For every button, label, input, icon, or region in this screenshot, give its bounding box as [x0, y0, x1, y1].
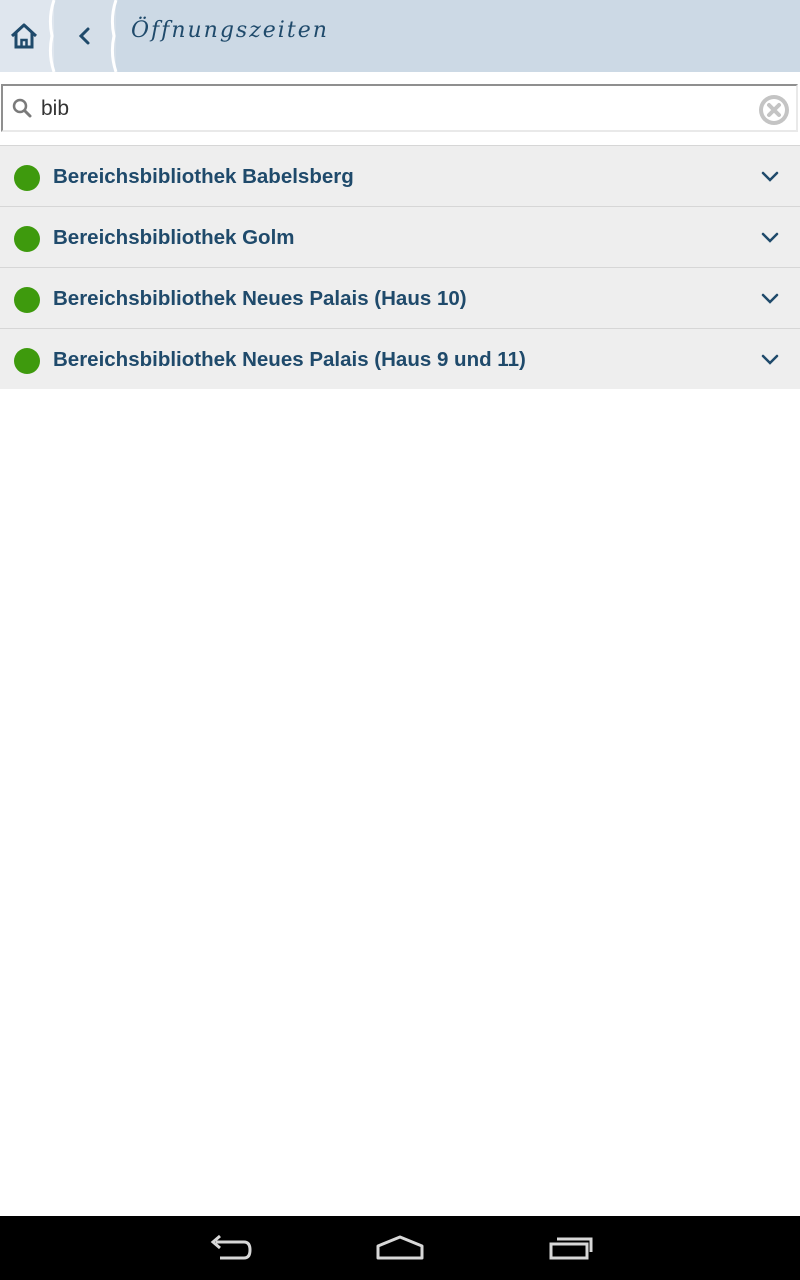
library-name: Bereichsbibliothek Golm [53, 226, 295, 249]
list-item[interactable]: Bereichsbibliothek Babelsberg [0, 145, 800, 206]
search-bar [1, 84, 798, 132]
nav-back-button[interactable] [200, 1228, 260, 1268]
home-icon [10, 23, 38, 49]
breadcrumb-separator [110, 0, 118, 72]
library-name: Bereichsbibliothek Neues Palais (Haus 9 … [53, 348, 526, 371]
home-button[interactable] [0, 0, 48, 72]
chevron-down-icon[interactable] [760, 170, 780, 184]
status-indicator [14, 165, 40, 191]
nav-back-icon [210, 1234, 252, 1260]
list-item[interactable]: Bereichsbibliothek Neues Palais (Haus 10… [0, 267, 800, 328]
chevron-left-icon [78, 27, 90, 45]
search-icon [12, 98, 32, 118]
clear-circle-icon[interactable] [758, 94, 790, 126]
library-name: Bereichsbibliothek Neues Palais (Haus 10… [53, 287, 467, 310]
nav-recents-icon [549, 1237, 593, 1260]
status-indicator [14, 287, 40, 313]
library-name: Bereichsbibliothek Babelsberg [53, 165, 354, 188]
list-item[interactable]: Bereichsbibliothek Golm [0, 206, 800, 267]
chevron-down-icon[interactable] [760, 353, 780, 367]
status-indicator [14, 348, 40, 374]
search-input[interactable] [41, 94, 741, 124]
chevron-down-icon[interactable] [760, 231, 780, 245]
status-indicator [14, 226, 40, 252]
page-title: Öffnungszeiten [131, 18, 329, 43]
system-navigation-bar [0, 1216, 800, 1280]
nav-home-button[interactable] [370, 1228, 430, 1268]
list-item[interactable]: Bereichsbibliothek Neues Palais (Haus 9 … [0, 328, 800, 389]
nav-recents-button[interactable] [541, 1228, 601, 1268]
app-header: Öffnungszeiten [0, 0, 800, 72]
nav-home-icon [376, 1235, 424, 1260]
chevron-down-icon[interactable] [760, 292, 780, 306]
library-list: Bereichsbibliothek Babelsberg Bereichsbi… [0, 145, 800, 389]
back-button[interactable] [60, 0, 110, 72]
